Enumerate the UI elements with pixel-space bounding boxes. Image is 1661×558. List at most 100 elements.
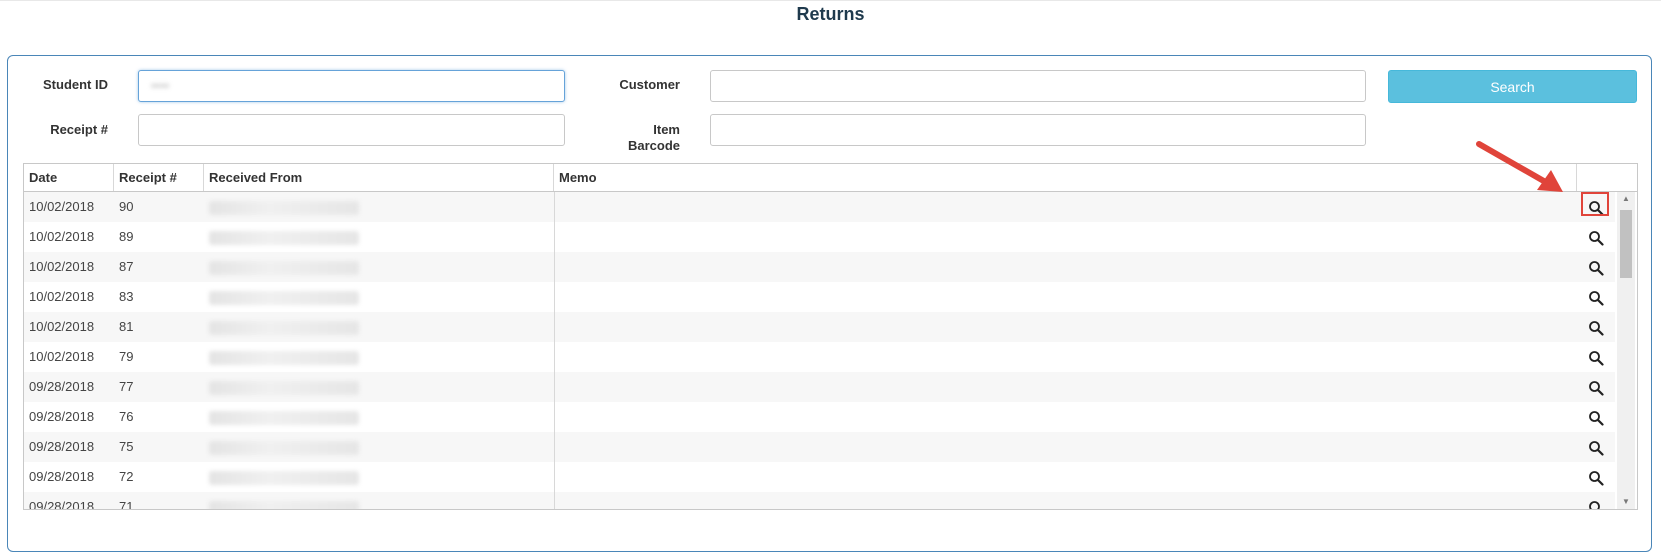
cell-date: 10/02/2018	[29, 289, 95, 304]
item-barcode-label-line2: Barcode	[627, 138, 680, 153]
cell-date: 10/02/2018	[29, 349, 95, 364]
cell-memo	[554, 432, 1577, 462]
cell-received-from	[204, 492, 554, 509]
magnifier-icon[interactable]	[1588, 350, 1604, 366]
table-row[interactable]: 10/02/2018 83	[24, 282, 1615, 312]
receipt-input[interactable]	[138, 114, 565, 146]
cell-view-action	[1577, 312, 1615, 342]
cell-receipt: 71	[119, 499, 134, 510]
magnifier-icon[interactable]	[1588, 260, 1604, 276]
cell-date: 10/02/2018	[29, 319, 95, 334]
cell-memo	[554, 282, 1577, 312]
returns-table: Date Receipt # Received From Memo 10/02/…	[23, 163, 1638, 510]
cell-date: 09/28/2018	[29, 469, 95, 484]
cell-received-from	[204, 402, 554, 432]
magnifier-icon[interactable]	[1588, 320, 1604, 336]
cell-received-from	[204, 462, 554, 492]
cell-date: 09/28/2018	[29, 409, 95, 424]
receipt-label: Receipt #	[50, 122, 108, 137]
top-divider	[0, 0, 1661, 1]
redacted-name	[209, 410, 359, 425]
header-actions	[1577, 164, 1637, 191]
cell-receipt: 83	[119, 289, 134, 304]
cell-view-action	[1577, 222, 1615, 252]
cell-received-from	[204, 222, 554, 252]
cell-view-action	[1577, 432, 1615, 462]
redacted-name	[209, 350, 359, 365]
header-received-from[interactable]: Received From	[204, 164, 554, 191]
cell-receipt: 90	[119, 199, 134, 214]
header-memo[interactable]: Memo	[554, 164, 1577, 191]
cell-view-action	[1577, 342, 1615, 372]
cell-received-from	[204, 282, 554, 312]
cell-memo	[554, 222, 1577, 252]
redacted-name	[209, 440, 359, 455]
cell-date: 10/02/2018	[29, 229, 95, 244]
magnifier-icon[interactable]	[1588, 290, 1604, 306]
magnifier-icon[interactable]	[1588, 380, 1604, 396]
table-row[interactable]: 10/02/2018 90	[24, 192, 1615, 222]
redacted-name	[209, 200, 359, 215]
student-id-input[interactable]: ••••	[138, 70, 565, 102]
cell-memo	[554, 252, 1577, 282]
table-row[interactable]: 09/28/2018 71	[24, 492, 1615, 510]
cell-memo	[554, 312, 1577, 342]
header-date[interactable]: Date	[24, 164, 114, 191]
redacted-name	[209, 470, 359, 485]
cell-receipt: 81	[119, 319, 134, 334]
table-row[interactable]: 10/02/2018 87	[24, 252, 1615, 282]
customer-input[interactable]	[710, 70, 1366, 102]
table-row[interactable]: 09/28/2018 76	[24, 402, 1615, 432]
cell-view-action	[1577, 402, 1615, 432]
scroll-up-arrow-icon[interactable]: ▲	[1617, 192, 1635, 206]
table-row[interactable]: 09/28/2018 72	[24, 462, 1615, 492]
table-row[interactable]: 10/02/2018 89	[24, 222, 1615, 252]
cell-view-action	[1577, 192, 1615, 222]
search-button[interactable]: Search	[1388, 70, 1637, 103]
cell-receipt: 76	[119, 409, 134, 424]
magnifier-icon[interactable]	[1588, 410, 1604, 426]
cell-date: 10/02/2018	[29, 259, 95, 274]
page-title: Returns	[796, 4, 865, 24]
cell-date: 09/28/2018	[29, 379, 95, 394]
cell-received-from	[204, 312, 554, 342]
cell-receipt: 89	[119, 229, 134, 244]
student-id-value: ••••	[151, 78, 170, 93]
magnifier-icon[interactable]	[1588, 470, 1604, 486]
table-row[interactable]: 09/28/2018 77	[24, 372, 1615, 402]
cell-receipt: 77	[119, 379, 134, 394]
table-row[interactable]: 09/28/2018 75	[24, 432, 1615, 462]
item-barcode-input[interactable]	[710, 114, 1366, 146]
cell-date: 09/28/2018	[29, 439, 95, 454]
magnifier-icon[interactable]	[1588, 200, 1604, 216]
item-barcode-label: Item Barcode	[600, 122, 680, 154]
cell-memo	[554, 372, 1577, 402]
cell-view-action	[1577, 372, 1615, 402]
scroll-thumb[interactable]	[1620, 210, 1632, 278]
cell-view-action	[1577, 462, 1615, 492]
redacted-name	[209, 260, 359, 275]
magnifier-icon[interactable]	[1588, 230, 1604, 246]
table-row[interactable]: 10/02/2018 79	[24, 342, 1615, 372]
cell-receipt: 79	[119, 349, 134, 364]
cell-view-action	[1577, 252, 1615, 282]
cell-receipt: 72	[119, 469, 134, 484]
cell-memo	[554, 192, 1577, 222]
annotation-arrow-icon	[1476, 141, 1563, 192]
cell-received-from	[204, 252, 554, 282]
redacted-name	[209, 230, 359, 245]
magnifier-icon[interactable]	[1588, 500, 1604, 510]
table-row[interactable]: 10/02/2018 81	[24, 312, 1615, 342]
table-scrollbar[interactable]: ▲ ▼	[1617, 192, 1635, 509]
magnifier-icon[interactable]	[1588, 440, 1604, 456]
item-barcode-label-line1: Item	[653, 122, 680, 137]
header-receipt[interactable]: Receipt #	[114, 164, 204, 191]
redacted-name	[209, 380, 359, 395]
table-header: Date Receipt # Received From Memo	[24, 164, 1637, 192]
customer-label: Customer	[619, 77, 680, 92]
cell-view-action	[1577, 282, 1615, 312]
cell-receipt: 75	[119, 439, 134, 454]
redacted-name	[209, 320, 359, 335]
scroll-down-arrow-icon[interactable]: ▼	[1617, 495, 1635, 509]
cell-received-from	[204, 342, 554, 372]
